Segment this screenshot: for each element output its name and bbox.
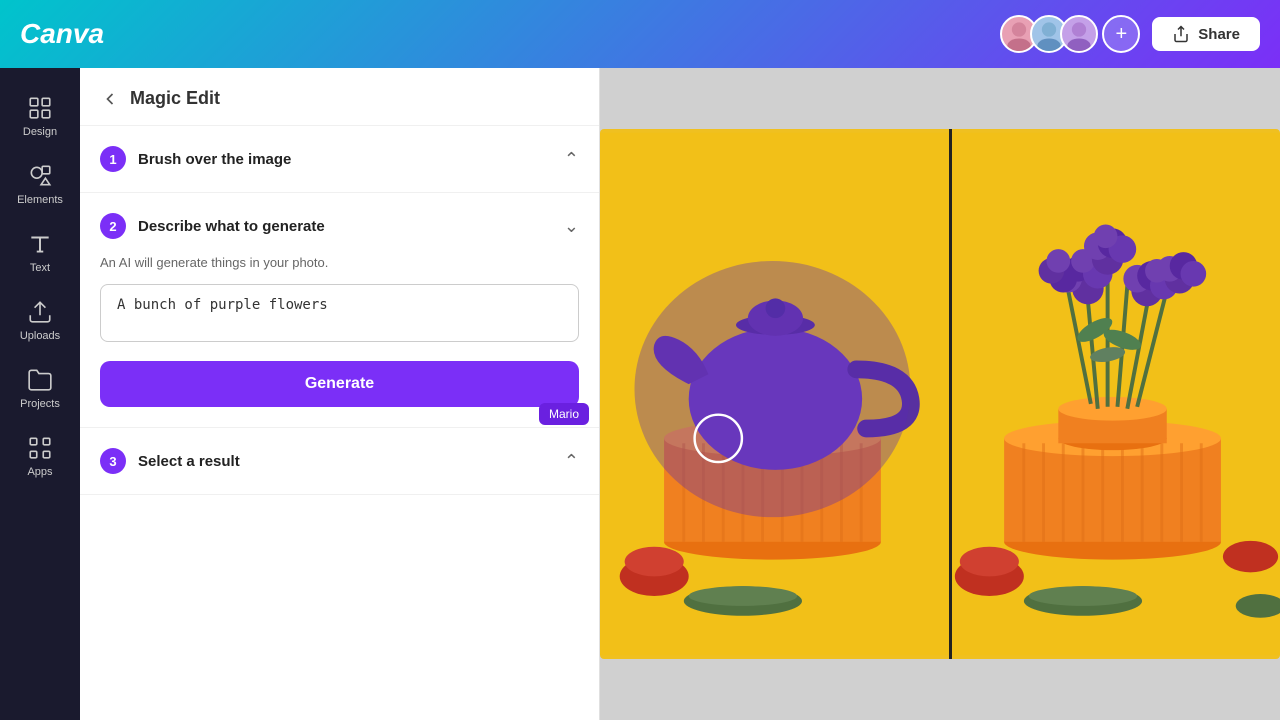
avatar-3[interactable] <box>1060 15 1098 53</box>
generate-button[interactable]: Generate <box>100 361 579 407</box>
grid-icon <box>26 94 54 122</box>
header-right: + Share <box>1000 15 1260 53</box>
sidebar-item-text[interactable]: Text <box>4 220 76 284</box>
image-left-panel <box>600 129 945 659</box>
share-icon <box>1172 25 1190 43</box>
step2-description: An AI will generate things in your photo… <box>100 255 579 270</box>
shapes-icon <box>26 162 54 190</box>
step1-chevron-icon: ⌃ <box>564 149 579 170</box>
step3-header[interactable]: 3 Select a result ⌃ <box>100 448 579 474</box>
sidebar-item-text-label: Text <box>30 262 50 274</box>
sidebar-item-elements-label: Elements <box>17 194 63 206</box>
step2-badge: 2 <box>100 213 126 239</box>
canvas-image <box>600 129 1280 659</box>
app-header: Canva + Share <box>0 0 1280 68</box>
canvas-divider <box>949 129 952 659</box>
step2-title: Describe what to generate <box>138 218 325 235</box>
back-button[interactable] <box>100 89 120 109</box>
step3-header-left: 3 Select a result <box>100 448 240 474</box>
step2-header[interactable]: 2 Describe what to generate ⌄ <box>100 213 579 239</box>
step2-section: 2 Describe what to generate ⌄ An AI will… <box>80 193 599 428</box>
sidebar-item-uploads-label: Uploads <box>20 330 60 342</box>
add-collaborator-button[interactable]: + <box>1102 15 1140 53</box>
step1-section: 1 Brush over the image ⌃ <box>80 126 599 193</box>
folder-icon <box>26 366 54 394</box>
share-button[interactable]: Share <box>1152 17 1260 51</box>
collaborator-avatars: + <box>1000 15 1140 53</box>
step1-header[interactable]: 1 Brush over the image ⌃ <box>100 146 579 172</box>
text-icon <box>26 230 54 258</box>
sidebar-item-design[interactable]: Design <box>4 84 76 148</box>
sidebar-item-projects[interactable]: Projects <box>4 356 76 420</box>
step3-chevron-icon: ⌃ <box>564 451 579 472</box>
step1-header-left: 1 Brush over the image <box>100 146 291 172</box>
sidebar-nav: Design Elements Text Uploads <box>0 68 80 720</box>
image-right-panel <box>945 129 1280 659</box>
upload-icon <box>26 298 54 326</box>
panel-title: Magic Edit <box>130 88 220 109</box>
step2-chevron-icon: ⌄ <box>564 216 579 237</box>
magic-edit-panel: Magic Edit 1 Brush over the image ⌃ 2 De… <box>80 68 600 720</box>
sidebar-item-projects-label: Projects <box>20 398 60 410</box>
generate-prompt-input[interactable]: A bunch of purple flowers <box>100 284 579 342</box>
right-scene-svg <box>945 129 1280 659</box>
step1-title: Brush over the image <box>138 151 291 168</box>
sidebar-item-apps[interactable]: Apps <box>4 424 76 488</box>
step3-badge: 3 <box>100 448 126 474</box>
step3-title: Select a result <box>138 453 240 470</box>
sidebar-item-uploads[interactable]: Uploads <box>4 288 76 352</box>
sidebar-item-design-label: Design <box>23 126 57 138</box>
step1-badge: 1 <box>100 146 126 172</box>
canva-logo: Canva <box>20 18 104 50</box>
back-icon <box>100 89 120 109</box>
step2-header-left: 2 Describe what to generate <box>100 213 325 239</box>
canvas-area <box>600 68 1280 720</box>
main-content: Design Elements Text Uploads <box>0 68 1280 720</box>
panel-header: Magic Edit <box>80 68 599 126</box>
step3-section: 3 Select a result ⌃ <box>80 428 599 495</box>
step2-content: An AI will generate things in your photo… <box>100 255 579 407</box>
sidebar-item-apps-label: Apps <box>27 466 52 478</box>
sidebar-item-elements[interactable]: Elements <box>4 152 76 216</box>
apps-icon <box>26 434 54 462</box>
left-scene-svg <box>600 129 945 659</box>
